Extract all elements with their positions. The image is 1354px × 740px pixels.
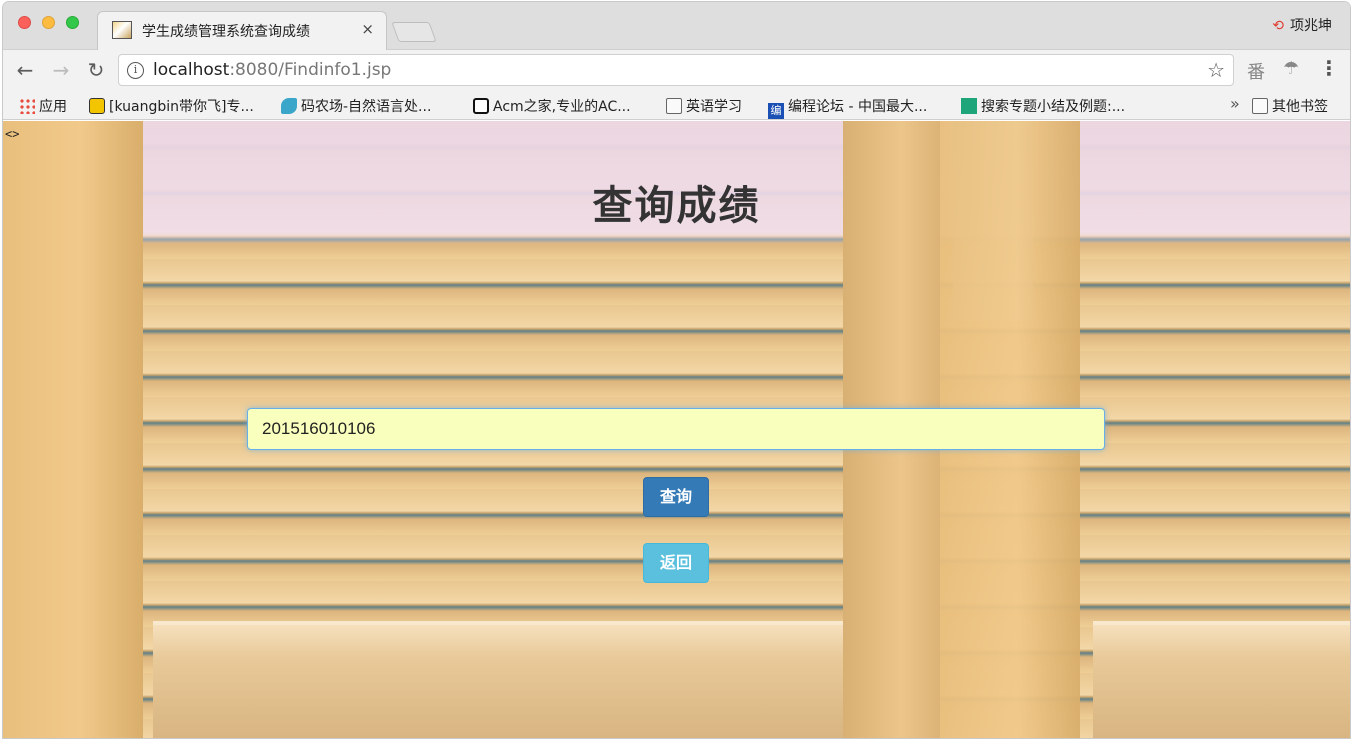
back-button[interactable]: 返回: [643, 543, 709, 583]
bookmarks-overflow-icon[interactable]: »: [1230, 94, 1240, 113]
window-close-button[interactable]: [18, 16, 31, 29]
bookmark-label: 搜索专题小结及例题:...: [981, 99, 1126, 115]
bookmarks-bar: 应用 [kuangbin带你飞]专... 码农场-自然语言处... Acm之家,…: [3, 90, 1350, 120]
tab-strip: 学生成绩管理系统查询成绩 × ⟲ 项兆坤: [3, 2, 1350, 51]
folder-icon: [1252, 98, 1268, 114]
bookmark-acmer[interactable]: Acm之家,专业的AC...: [473, 96, 631, 116]
profile-name: 项兆坤: [1290, 18, 1332, 34]
bookmark-search-topic[interactable]: 搜索专题小结及例题:...: [961, 96, 1125, 116]
bookmark-folder-english[interactable]: 英语学习: [666, 96, 742, 116]
query-button[interactable]: 查询: [643, 477, 709, 517]
page-title: 查询成绩: [592, 183, 761, 229]
bookmark-label: 编程论坛 - 中国最大...: [788, 99, 928, 115]
bookmark-folder-other[interactable]: 其他书签: [1252, 96, 1328, 116]
umbrella-extension-icon[interactable]: ☂: [1283, 58, 1299, 79]
acm-icon: [473, 98, 489, 114]
url-path: :8080/Findinfo1.jsp: [229, 60, 392, 80]
browser-window: 学生成绩管理系统查询成绩 × ⟲ 项兆坤 ← → ↻ i localhost:80…: [3, 2, 1350, 738]
folder-icon: [666, 98, 682, 114]
bian-icon: 编: [768, 103, 784, 119]
back-arrow-icon[interactable]: ←: [11, 56, 39, 84]
student-id-input[interactable]: [247, 408, 1105, 450]
smile-icon: [89, 98, 105, 114]
bookmark-label: 码农场-自然语言处...: [301, 99, 432, 115]
bookmark-label: [kuangbin带你飞]专...: [109, 99, 254, 115]
translate-extension-icon[interactable]: 番: [1247, 58, 1265, 84]
reload-icon[interactable]: ↻: [82, 56, 110, 84]
tab-title: 学生成绩管理系统查询成绩: [142, 24, 310, 40]
profile-sync-icon: ⟲: [1272, 18, 1284, 34]
site-info-icon[interactable]: i: [127, 62, 144, 79]
page-content: <> 查询成绩 查询 返回: [3, 121, 1350, 738]
browser-menu-icon[interactable]: ⋮: [1319, 56, 1339, 80]
address-bar[interactable]: i localhost:8080/Findinfo1.jsp ☆: [118, 54, 1234, 86]
page-favicon-icon: [112, 21, 132, 39]
background-desk: [1093, 621, 1350, 738]
apps-grid-icon: [19, 98, 35, 114]
url-text[interactable]: localhost:8080/Findinfo1.jsp: [153, 60, 391, 80]
bookmark-label: 其他书签: [1272, 99, 1328, 115]
profile-button[interactable]: ⟲ 项兆坤: [1272, 15, 1332, 35]
browser-toolbar: ← → ↻ i localhost:8080/Findinfo1.jsp ☆ 番…: [3, 50, 1350, 90]
bookmark-star-icon[interactable]: ☆: [1207, 58, 1225, 82]
bookmark-hankcs[interactable]: 码农场-自然语言处...: [281, 96, 431, 116]
bookmark-kuangbin[interactable]: [kuangbin带你飞]专...: [89, 96, 254, 116]
tab-close-icon[interactable]: ×: [361, 20, 374, 38]
z-icon: [961, 98, 977, 114]
bookmark-label: 英语学习: [686, 99, 742, 115]
bookmark-apps[interactable]: 应用: [19, 96, 67, 116]
window-maximize-button[interactable]: [66, 16, 79, 29]
bird-icon: [281, 98, 297, 114]
forward-arrow-icon[interactable]: →: [47, 56, 75, 84]
tab-active[interactable]: 学生成绩管理系统查询成绩 ×: [97, 11, 387, 51]
bookmark-bccn[interactable]: 编编程论坛 - 中国最大...: [768, 96, 927, 119]
bookmark-label: Acm之家,专业的AC...: [493, 99, 631, 115]
bookmark-label: 应用: [39, 99, 67, 115]
url-host: localhost: [153, 60, 230, 80]
window-minimize-button[interactable]: [42, 16, 55, 29]
new-tab-button[interactable]: [391, 22, 437, 42]
stray-markup-text: <>: [5, 127, 20, 141]
background-desk: [153, 621, 843, 738]
